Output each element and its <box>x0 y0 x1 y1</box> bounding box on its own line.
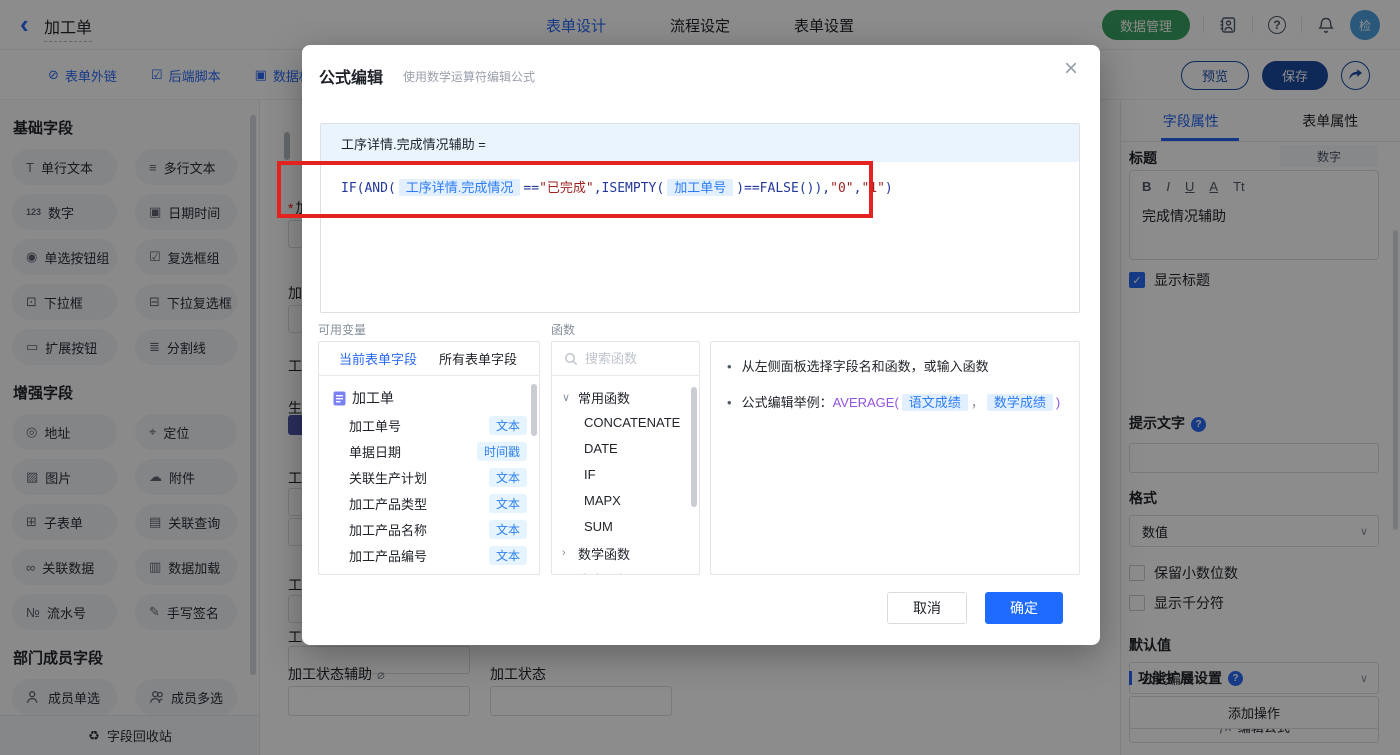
formula-example: 公式编辑举例：AVERAGE(语文成绩，数学成绩) <box>741 394 1061 411</box>
function-item[interactable]: IF <box>562 462 699 488</box>
variables-label: 可用变量 <box>318 323 367 337</box>
chevron-collapsed-icon: › <box>562 547 566 559</box>
variable-row[interactable]: 加工产品类型 文本 <box>333 490 539 516</box>
variable-row[interactable]: 关联生产计划 文本 <box>333 464 539 490</box>
form-tree-root[interactable]: 加工单 <box>333 384 539 412</box>
variable-name: 加工产品类型 <box>349 496 428 512</box>
variable-name: 单据日期 <box>349 444 402 460</box>
search-icon <box>565 352 578 365</box>
function-item[interactable]: MAPX <box>562 488 699 514</box>
chevron-expanded-icon: ∨ <box>562 391 571 404</box>
chevron-collapsed-icon: › <box>562 573 572 574</box>
function-paren: ) <box>1055 395 1061 410</box>
function-search[interactable] <box>552 342 699 376</box>
help-line-1: • 从左侧面板选择字段名和函数，或输入函数 <box>727 356 1063 378</box>
function-item[interactable]: SUM <box>562 514 699 540</box>
variable-name: 加工单号 <box>349 418 402 434</box>
cancel-button[interactable]: 取消 <box>887 592 967 624</box>
formula-expression[interactable]: IF(AND(工序详情.完成情况 =="已完成",ISEMPTY(加工单号)==F… <box>321 162 1079 215</box>
variable-name: 加工产品名称 <box>349 522 428 538</box>
function-item[interactable]: CONCATENATE <box>562 410 699 436</box>
functions-scrollbar[interactable] <box>691 387 697 507</box>
variable-type-badge: 文本 <box>488 415 527 435</box>
variables-panel: 当前表单字段 所有表单字段 加工单 加工单号 文本 单据日期 时间戳 关联生产计划 文本加… <box>318 341 540 575</box>
function-group[interactable]: ∨ 常用函数 <box>562 384 699 410</box>
formula-token: IF(AND( <box>341 181 396 196</box>
variable-type-badge: 文本 <box>488 493 527 513</box>
variable-type-badge: 时间戳 <box>476 441 527 461</box>
document-icon <box>333 391 346 405</box>
formula-token: ,ISEMPTY( <box>593 181 665 196</box>
variable-list: 加工单号 文本 单据日期 时间戳 关联生产计划 文本 加工产品类型 文本 加工产品名称 文本 加工产… <box>333 412 539 568</box>
modal-title: 公式编辑 <box>319 70 384 87</box>
bullet-icon: • <box>727 395 732 410</box>
field-chip[interactable]: 数学成绩 <box>986 394 1053 411</box>
functions-label: 函数 <box>551 323 576 337</box>
formula-token: "1" <box>861 181 885 196</box>
variable-row[interactable]: 加工单号 文本 <box>333 412 539 438</box>
bullet-icon: • <box>727 359 732 374</box>
field-chip[interactable]: 加工单号 <box>667 179 734 196</box>
help-line-2: • 公式编辑举例：AVERAGE(语文成绩，数学成绩) <box>727 392 1063 414</box>
separator: ， <box>970 395 984 410</box>
variable-name: 关联生产计划 <box>349 470 428 486</box>
variables-scrollbar[interactable] <box>531 384 537 436</box>
tab-current-form-fields[interactable]: 当前表单字段 <box>339 349 417 368</box>
formula-editor[interactable]: 工序详情.完成情况辅助 = IF(AND(工序详情.完成情况 =="已完成",IS… <box>320 123 1080 313</box>
function-group[interactable]: ›文本函数 <box>562 566 699 575</box>
tab-all-form-fields[interactable]: 所有表单字段 <box>439 349 517 368</box>
formula-token: "0" <box>830 181 854 196</box>
variable-type-badge: 文本 <box>488 519 527 539</box>
modal-subtitle: 使用数学运算符编辑公式 <box>403 70 536 84</box>
function-list: ∨常用函数CONCATENATEDATEIFMAPXSUM›数学函数›文本函数 <box>552 376 699 575</box>
formula-token: )==FALSE()), <box>736 181 831 196</box>
variable-row[interactable]: 加工产品名称 文本 <box>333 516 539 542</box>
variable-name: 加工产品编号 <box>349 548 428 564</box>
formula-target: 工序详情.完成情况辅助 = <box>321 124 1079 162</box>
function-search-input[interactable] <box>585 351 685 366</box>
formula-token: ) <box>884 181 893 196</box>
field-chip[interactable]: 语文成绩 <box>901 394 968 411</box>
function-item[interactable]: DATE <box>562 436 699 462</box>
formula-token: == <box>523 181 540 196</box>
close-icon[interactable]: × <box>1064 57 1078 81</box>
formula-token: "已完成" <box>539 181 594 196</box>
variable-type-badge: 文本 <box>488 467 527 487</box>
field-chip[interactable]: 工序详情.完成情况 <box>398 179 521 196</box>
variable-row[interactable]: 单据日期 时间戳 <box>333 438 539 464</box>
function-group[interactable]: › 数学函数 <box>562 540 699 566</box>
functions-panel: ∨常用函数CONCATENATEDATEIFMAPXSUM›数学函数›文本函数 <box>551 341 700 575</box>
variable-type-badge: 文本 <box>488 545 527 565</box>
variable-row[interactable]: 加工产品编号 文本 <box>333 542 539 568</box>
formula-edit-modal: 公式编辑 使用数学运算符编辑公式 × 工序详情.完成情况辅助 = IF(AND(… <box>302 45 1100 645</box>
formula-help-panel: • 从左侧面板选择字段名和函数，或输入函数 • 公式编辑举例：AVERAGE(语… <box>710 341 1080 575</box>
function-name: AVERAGE( <box>832 395 899 410</box>
app-window: ‹ 加工单 表单设计 流程设定 表单设置 数据管理 ? 检 ⊘ 表单外链 ☑ 后… <box>0 0 1400 755</box>
confirm-button[interactable]: 确定 <box>985 592 1063 624</box>
